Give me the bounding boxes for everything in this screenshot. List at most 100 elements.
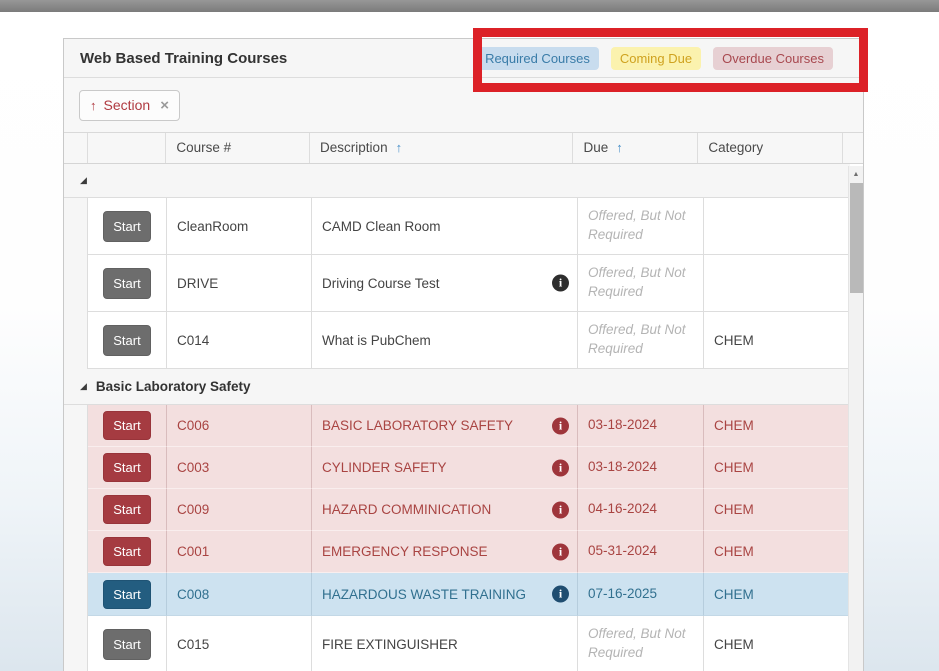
header-cell-category[interactable]: Category bbox=[698, 133, 843, 163]
category-cell bbox=[704, 255, 850, 312]
sort-asc-icon: ↑ bbox=[396, 140, 403, 155]
remove-group-icon[interactable]: × bbox=[160, 97, 169, 114]
description-text: CAMD Clean Room bbox=[322, 219, 441, 234]
description-cell: What is PubChem bbox=[312, 312, 578, 369]
table-row: Start CleanRoom CAMD Clean Room Offered, Bu… bbox=[64, 198, 850, 255]
table-header: Course # Description↑ Due↑ Category bbox=[64, 132, 863, 164]
table-row: StartDRIVEDriving Course TestiOffered, B… bbox=[64, 255, 850, 312]
course-number-cell: C006 bbox=[167, 405, 312, 447]
due-cell: 05-31-2024 bbox=[578, 531, 704, 573]
due-text: 03-18-2024 bbox=[588, 458, 657, 477]
header-cell-filler bbox=[843, 133, 863, 163]
info-icon[interactable]: i bbox=[552, 417, 569, 434]
action-cell: Start bbox=[88, 405, 167, 447]
description-cell: FIRE EXTINGUISHER bbox=[312, 616, 578, 671]
description-cell: HAZARDOUS WASTE TRAININGi bbox=[312, 573, 578, 616]
info-icon[interactable]: i bbox=[552, 586, 569, 603]
description-cell: Driving Course Testi bbox=[312, 255, 578, 312]
course-number-cell: C014 bbox=[167, 312, 312, 369]
table-row: Start C014What is PubChem Offered, But Not… bbox=[64, 312, 850, 369]
status-legend: Required Courses Coming Due Overdue Cour… bbox=[476, 47, 833, 70]
info-icon[interactable]: i bbox=[552, 543, 569, 560]
category-cell bbox=[704, 198, 850, 255]
due-text: Offered, But Not Required bbox=[588, 264, 693, 302]
due-text: Offered, But Not Required bbox=[588, 321, 693, 359]
start-button[interactable]: Start bbox=[103, 325, 150, 356]
course-number-cell: C003 bbox=[167, 447, 312, 489]
start-button[interactable]: Start bbox=[103, 211, 150, 242]
group-chip-section[interactable]: ↑ Section × bbox=[79, 90, 180, 121]
header-cell-indent bbox=[64, 133, 88, 163]
info-icon[interactable]: i bbox=[552, 275, 569, 292]
top-window-bar bbox=[0, 0, 939, 12]
description-text: CYLINDER SAFETY bbox=[322, 460, 447, 475]
scrollbar-thumb[interactable] bbox=[850, 183, 863, 293]
panel-heading: Web Based Training Courses Required Cour… bbox=[64, 39, 863, 78]
due-text: Offered, But Not Required bbox=[588, 207, 693, 245]
due-text: 03-18-2024 bbox=[588, 416, 657, 435]
category-cell: CHEM bbox=[704, 573, 850, 616]
row-indent-cell bbox=[64, 255, 88, 312]
due-cell: 03-18-2024 bbox=[578, 405, 704, 447]
description-cell: EMERGENCY RESPONSEi bbox=[312, 531, 578, 573]
due-cell: Offered, But Not Required bbox=[578, 616, 704, 671]
description-cell: HAZARD COMMINICATION i bbox=[312, 489, 578, 531]
table-row: Start C015FIRE EXTINGUISHEROffered, But N… bbox=[64, 616, 850, 671]
table-row: Start C006 BASIC LABORATORY SAFETY i 03-18-2… bbox=[64, 405, 850, 447]
row-indent-cell bbox=[64, 405, 88, 447]
sort-asc-icon: ↑ bbox=[616, 140, 623, 155]
start-button[interactable]: Start bbox=[103, 537, 150, 566]
description-cell: CAMD Clean Room bbox=[312, 198, 578, 255]
course-number-cell: C015 bbox=[167, 616, 312, 671]
description-cell: BASIC LABORATORY SAFETY i bbox=[312, 405, 578, 447]
page: Web Based Training Courses Required Cour… bbox=[0, 0, 939, 671]
info-icon[interactable]: i bbox=[552, 501, 569, 518]
group-row[interactable]: ◢ Basic Laboratory Safety bbox=[64, 369, 850, 405]
header-cell-description[interactable]: Description↑ bbox=[310, 133, 573, 163]
header-cell-course[interactable]: Course # bbox=[166, 133, 310, 163]
start-button[interactable]: Start bbox=[103, 495, 150, 524]
start-button[interactable]: Start bbox=[103, 411, 150, 440]
due-cell: 03-18-2024 bbox=[578, 447, 704, 489]
start-button[interactable]: Start bbox=[103, 453, 150, 482]
due-cell: 07-16-2025 bbox=[578, 573, 704, 616]
collapse-group-icon[interactable]: ◢ bbox=[80, 382, 87, 391]
sort-ascending-icon[interactable]: ↑ bbox=[90, 98, 97, 113]
course-number-cell: CleanRoom bbox=[167, 198, 312, 255]
row-indent-cell bbox=[64, 198, 88, 255]
row-indent-cell bbox=[64, 312, 88, 369]
scrollbar-up-icon[interactable]: ▲ bbox=[849, 166, 863, 182]
header-cell-due[interactable]: Due↑ bbox=[573, 133, 698, 163]
description-text: HAZARD COMMINICATION bbox=[322, 502, 491, 517]
row-indent-cell bbox=[64, 531, 88, 573]
action-cell: Start bbox=[88, 489, 167, 531]
row-indent-cell bbox=[64, 616, 88, 671]
table-row: StartC008HAZARDOUS WASTE TRAININGi07-16-… bbox=[64, 573, 850, 616]
category-cell: CHEM bbox=[704, 531, 850, 573]
header-cell-action bbox=[88, 133, 166, 163]
page-title: Web Based Training Courses bbox=[80, 50, 287, 67]
legend-overdue-courses: Overdue Courses bbox=[713, 47, 833, 70]
group-by-toolbar: ↑ Section × bbox=[64, 78, 863, 132]
table-row: StartC001EMERGENCY RESPONSEi05-31-2024CH… bbox=[64, 531, 850, 573]
table-body: ◢ Start CleanRoom CAMD Clean Room Offered, B… bbox=[64, 164, 850, 671]
start-button[interactable]: Start bbox=[103, 629, 150, 660]
action-cell: Start bbox=[88, 616, 167, 671]
action-cell: Start bbox=[88, 573, 167, 616]
group-label: Basic Laboratory Safety bbox=[96, 379, 251, 394]
group-row[interactable]: ◢ bbox=[64, 164, 850, 198]
category-cell: CHEM bbox=[704, 312, 850, 369]
row-indent-cell bbox=[64, 489, 88, 531]
category-cell: CHEM bbox=[704, 616, 850, 671]
due-cell: Offered, But Not Required bbox=[578, 312, 704, 369]
due-cell: Offered, But Not Required bbox=[578, 255, 704, 312]
action-cell: Start bbox=[88, 447, 167, 489]
collapse-group-icon[interactable]: ◢ bbox=[80, 176, 87, 185]
start-button[interactable]: Start bbox=[103, 580, 150, 609]
start-button[interactable]: Start bbox=[103, 268, 150, 299]
info-icon[interactable]: i bbox=[552, 459, 569, 476]
due-text: 04-16-2024 bbox=[588, 500, 657, 519]
due-cell: 04-16-2024 bbox=[578, 489, 704, 531]
vertical-scrollbar[interactable]: ▲ bbox=[848, 166, 863, 671]
description-text: BASIC LABORATORY SAFETY bbox=[322, 418, 513, 433]
